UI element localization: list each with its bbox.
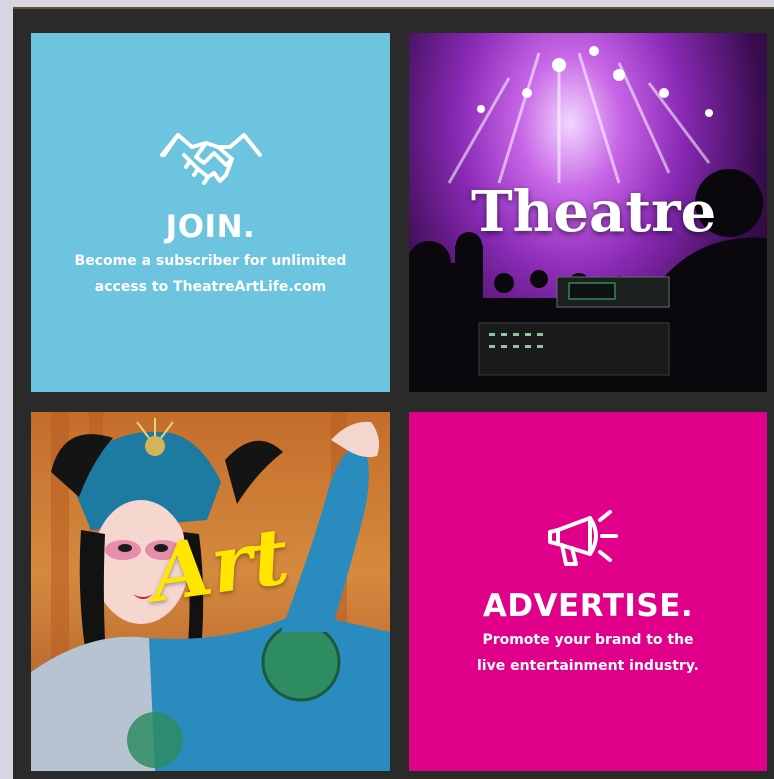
join-tile[interactable]: JOIN. Become a subscriber for unlimited … bbox=[31, 33, 390, 392]
megaphone-icon bbox=[409, 504, 767, 579]
advertise-title: ADVERTISE. bbox=[482, 588, 694, 624]
advertise-description-line-2: live entertainment industry. bbox=[476, 658, 699, 674]
promo-grid: JOIN. Become a subscriber for unlimited … bbox=[13, 7, 774, 779]
advertise-description-line-1: Promote your brand to the bbox=[482, 632, 694, 648]
theatre-tile[interactable]: Theatre bbox=[409, 33, 767, 392]
advertise-tile[interactable]: ADVERTISE. Promote your brand to the liv… bbox=[409, 412, 767, 771]
handshake-icon bbox=[31, 125, 390, 200]
join-description-line-2: access to TheatreArtLife.com bbox=[94, 279, 327, 295]
theatre-word: Theatre bbox=[471, 179, 717, 245]
art-word: Art bbox=[145, 510, 295, 621]
join-title: JOIN. bbox=[165, 209, 256, 245]
art-tile[interactable]: Art bbox=[31, 412, 390, 771]
join-description-line-1: Become a subscriber for unlimited bbox=[74, 253, 347, 269]
